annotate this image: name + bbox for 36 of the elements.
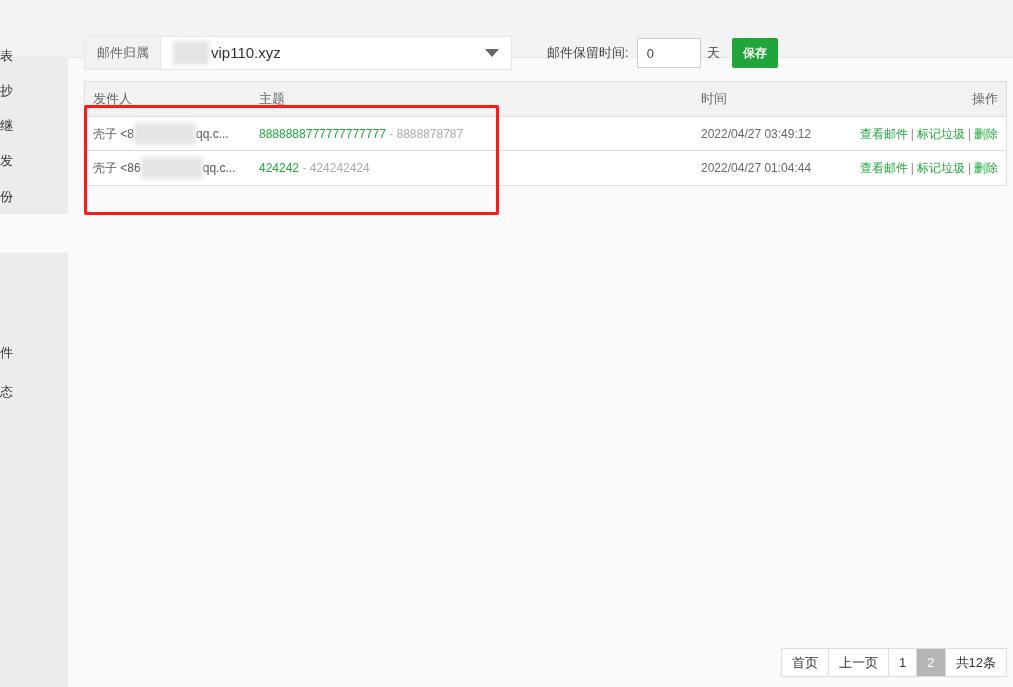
separator: | [967, 160, 971, 177]
separator: | [910, 160, 914, 177]
subject-preview: - 424242424 [301, 160, 370, 177]
select-value: vip110.xyz [211, 42, 281, 63]
sender-name: 壳子 <86 [93, 160, 141, 177]
pagination-button[interactable]: 上一页 [828, 649, 889, 676]
column-header: 操作 [971, 90, 999, 109]
domain-select[interactable]: 邮件归属 vip110.xyz [84, 36, 512, 70]
pagination-button[interactable]: 共12条 [944, 649, 1006, 676]
pagination-button[interactable]: 首页 [782, 649, 829, 676]
sidebar-item[interactable]: 份 [0, 178, 68, 214]
redaction-blur [140, 157, 203, 179]
column-header: 发件人 [92, 90, 133, 109]
sender-domain: qq.c... [196, 125, 229, 143]
column-header: 主题 [258, 90, 286, 109]
redaction-blur [173, 41, 209, 65]
sidebar-item[interactable]: 发 [0, 143, 68, 179]
sidebar-item[interactable]: 抄 [0, 73, 68, 109]
sidebar-item[interactable]: 态 [0, 372, 68, 411]
time-cell-text: 2022/04/27 03:49:12 [700, 125, 813, 143]
dropdown-caret-icon [485, 49, 499, 57]
sender-name: 壳子 <8 [93, 125, 134, 143]
column-header: 时间 [700, 90, 728, 109]
sidebar-item[interactable]: 继 [0, 108, 68, 144]
sidebar-item[interactable]: 表 [0, 38, 68, 74]
subject-preview: - 8888878787 [388, 125, 464, 143]
retention-input[interactable]: 0 [636, 38, 701, 68]
separator: | [910, 125, 914, 143]
sidebar-item[interactable]: 件 [0, 333, 68, 372]
unit-label: 天 [706, 44, 720, 63]
select-label: 邮件归属 [85, 37, 161, 69]
sender-domain: qq.c... [202, 160, 236, 177]
separator: | [967, 125, 971, 143]
time-cell-text: 2022/04/27 01:04:44 [700, 160, 813, 177]
retention-label: 邮件保留时间: [547, 44, 629, 63]
redaction-blur [134, 122, 196, 145]
